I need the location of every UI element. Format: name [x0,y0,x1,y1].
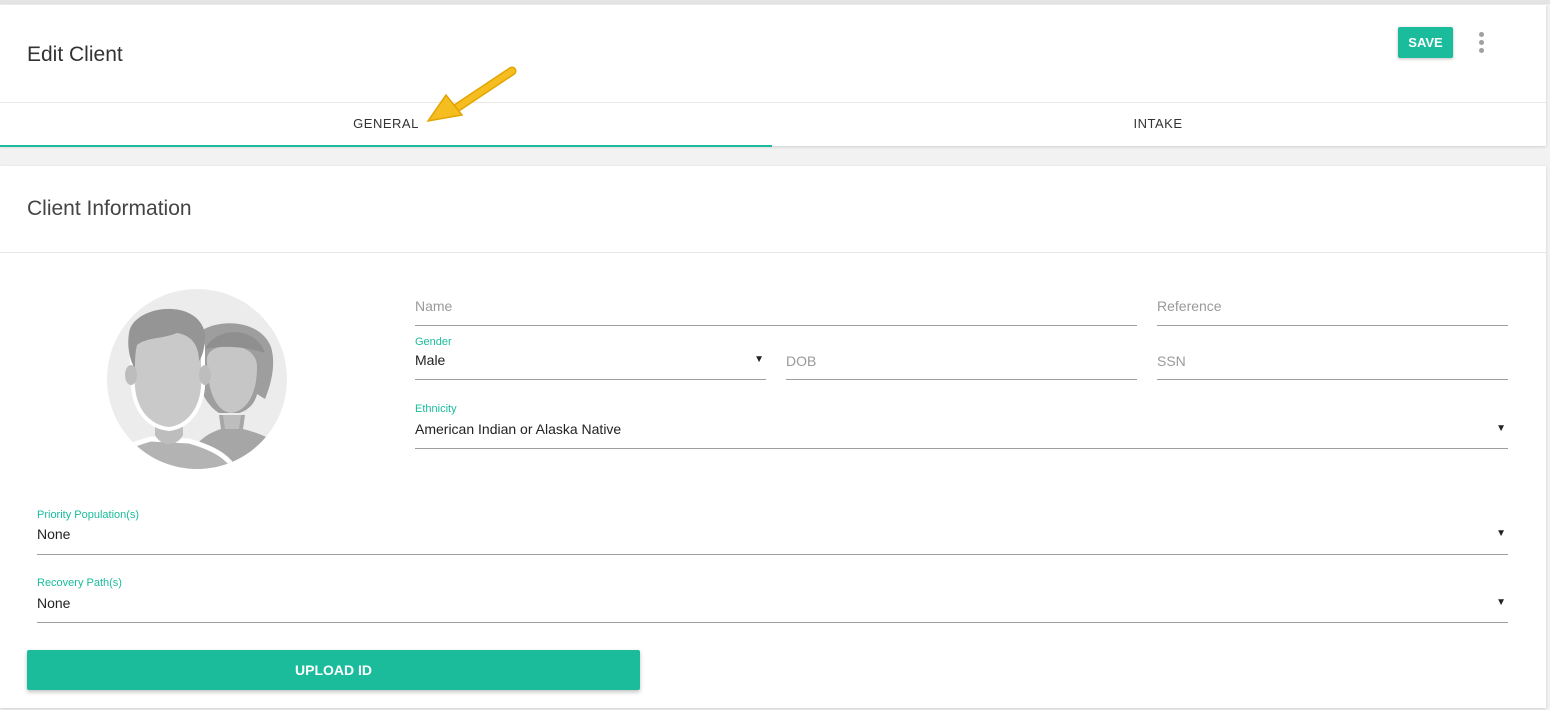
chevron-down-icon: ▼ [1496,423,1506,434]
save-button[interactable]: SAVE [1398,27,1453,58]
name-placeholder: Name [415,298,453,314]
ethnicity-select[interactable]: Ethnicity American Indian or Alaska Nati… [415,403,1508,449]
gender-select[interactable]: Gender Male ▼ [415,336,766,380]
dob-placeholder: DOB [786,353,817,369]
recovery-path-label: Recovery Path(s) [37,577,122,589]
recovery-path-value: None [37,595,71,611]
priority-population-label: Priority Population(s) [37,509,140,521]
chevron-down-icon: ▼ [1496,597,1506,608]
ssn-field[interactable]: SSN [1157,336,1508,380]
priority-population-value: None [37,526,71,542]
priority-population-select[interactable]: Priority Population(s) None ▼ [37,509,1508,555]
recovery-path-select[interactable]: Recovery Path(s) None ▼ [37,577,1508,623]
gender-value: Male [415,352,446,368]
section-title: Client Information [27,197,192,220]
ssn-placeholder: SSN [1157,353,1186,369]
upload-id-button[interactable]: UPLOAD ID [27,650,640,690]
page-title: Edit Client [27,43,123,66]
gender-label: Gender [415,336,452,348]
reference-field[interactable]: Reference [1157,290,1508,326]
top-shadow [0,0,1550,4]
annotation-arrow-icon [426,66,517,123]
name-field[interactable]: Name [415,290,1137,326]
dob-field[interactable]: DOB [786,336,1137,380]
tab-bar: GENERAL INTAKE [0,102,1546,147]
edit-client-header: Edit Client SAVE GENERAL INTAKE [0,5,1546,147]
chevron-down-icon: ▼ [1496,528,1506,539]
section-divider [0,252,1546,253]
more-vert-icon[interactable] [1477,32,1485,54]
tab-intake[interactable]: INTAKE [772,103,1544,147]
ethnicity-label: Ethnicity [415,403,457,415]
chevron-down-icon: ▼ [754,354,764,365]
tab-general[interactable]: GENERAL [0,103,772,147]
users-avatar-icon[interactable] [107,289,287,469]
ethnicity-value: American Indian or Alaska Native [415,421,622,437]
client-information-card: Client Information Name Reference Gender [0,166,1546,708]
reference-placeholder: Reference [1157,298,1222,314]
